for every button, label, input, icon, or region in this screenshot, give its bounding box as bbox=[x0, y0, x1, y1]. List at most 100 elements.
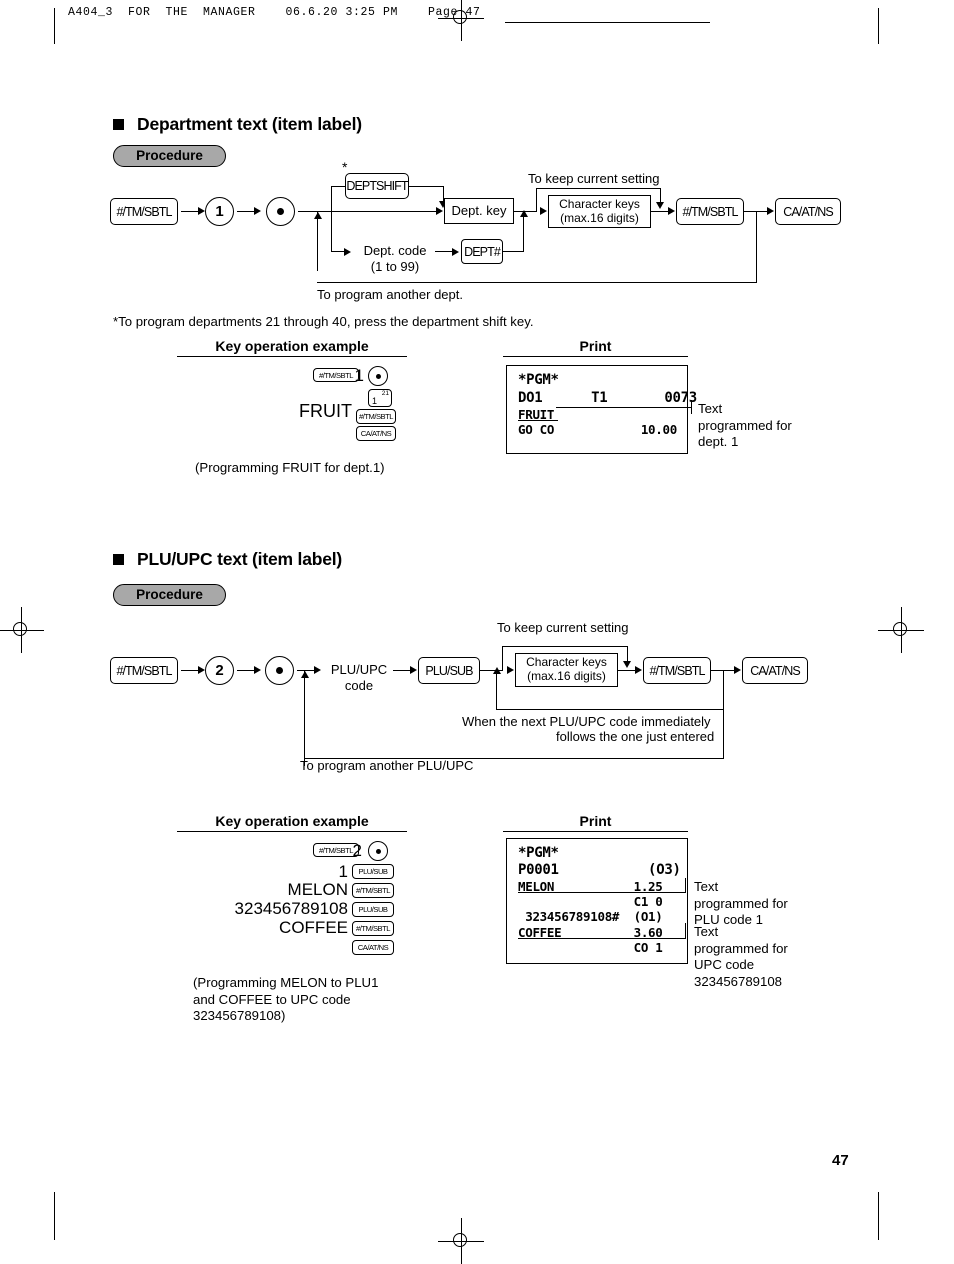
char-keys-line2: (max.16 digits) bbox=[560, 210, 639, 225]
ex2-key-tmsbtl-3[interactable]: #/TM/SBTL bbox=[352, 921, 394, 936]
flow1-end-key-2[interactable]: CA/AT/NS bbox=[775, 198, 841, 225]
flow1-endkey1-arrowhead bbox=[668, 207, 675, 215]
flow1-end-key-1[interactable]: #/TM/SBTL bbox=[676, 198, 744, 225]
flow1-loop-right-v bbox=[756, 211, 758, 283]
ex2-decimal-key[interactable] bbox=[368, 841, 388, 861]
char-keys-line1: Character keys bbox=[526, 655, 607, 670]
flow2-trunk-arrowhead bbox=[300, 671, 309, 678]
flow2-plu-sub-key[interactable]: PLU/SUB bbox=[418, 657, 480, 684]
callout-line-3: dept. 1 bbox=[698, 434, 739, 449]
ex2-text-upccode: 323456789108 bbox=[234, 899, 348, 918]
receipt2-line-5: 323456789108# (O1) bbox=[518, 909, 663, 924]
ex2-key-plusub-1[interactable]: PLU/SUB bbox=[352, 864, 394, 879]
flow1-decimal-key bbox=[266, 197, 295, 226]
receipt2-line-7: CO 1 bbox=[518, 940, 663, 955]
flow1-mode-number: 1 bbox=[205, 197, 234, 226]
section-bullet-1 bbox=[113, 119, 124, 130]
receipt2-line-4: C1 0 bbox=[518, 894, 663, 909]
ex2-number-2: 2 bbox=[352, 841, 362, 860]
callout-line-2: programmed for bbox=[698, 417, 792, 433]
plu-code-line1: PLU/UPC bbox=[330, 662, 388, 677]
flow1-deptcode-arrowhead bbox=[344, 247, 351, 256]
flow2-to-plusub-line bbox=[393, 669, 411, 671]
flow1-to-deptkey-line bbox=[318, 210, 437, 212]
flow1-start-key[interactable]: #/TM/SBTL bbox=[110, 198, 178, 225]
ex1-decimal-key[interactable] bbox=[368, 366, 388, 386]
section1-print-header: Print bbox=[579, 338, 612, 354]
section2-callout-1: Text programmed for PLU code 1 bbox=[694, 879, 788, 929]
flow2-end-key-2[interactable]: CA/AT/NS bbox=[742, 657, 808, 684]
flow1-endkey2-arrowhead bbox=[767, 207, 774, 215]
flow2-endkey1-arrowhead bbox=[635, 666, 642, 674]
flow1-trunk-arrowhead bbox=[313, 212, 322, 219]
callout2-line-4: 323456789108 bbox=[694, 973, 783, 989]
ex1-key-caatns[interactable]: CA/AT/NS bbox=[356, 426, 396, 441]
flow2-keep-setting-label: To keep current setting bbox=[497, 620, 629, 635]
page-number: 47 bbox=[832, 1152, 849, 1169]
receipt1-line-4: GO CO 10.00 bbox=[518, 422, 677, 437]
procedure-badge-1: Procedure bbox=[113, 145, 226, 167]
flow1-arrowhead-2 bbox=[254, 207, 261, 215]
flow2-end-key-1[interactable]: #/TM/SBTL bbox=[643, 657, 711, 684]
registration-mark-left bbox=[0, 607, 44, 653]
flow2-plu-code-label: PLU/UPC code bbox=[325, 662, 393, 693]
crop-mark-left bbox=[54, 8, 55, 44]
flow1-deptshift-left-v bbox=[331, 186, 333, 211]
flow1-keep-setting-label: To keep current setting bbox=[528, 171, 660, 186]
callout1-line-2: programmed for bbox=[694, 895, 788, 911]
flow2-loop-label: To program another PLU/UPC bbox=[300, 758, 474, 773]
caption-line-3: 323456789108) bbox=[193, 1008, 286, 1023]
flow2-keep-left-v bbox=[502, 646, 504, 670]
receipt2-callout2-v bbox=[685, 923, 687, 939]
ex2-key-caatns[interactable]: CA/AT/NS bbox=[352, 940, 394, 955]
callout-line-1: Text bbox=[698, 401, 723, 416]
flow1-deptcode-v bbox=[331, 210, 333, 252]
section1-print-rule bbox=[503, 356, 688, 358]
decimal-dot-icon bbox=[277, 208, 284, 215]
decimal-dot-icon bbox=[375, 848, 381, 854]
ex1-dept-key[interactable]: 1 21 bbox=[368, 389, 392, 407]
registration-mark-right bbox=[878, 607, 924, 653]
section2-print-rule bbox=[503, 831, 688, 833]
flow1-deptshift-left-h bbox=[331, 186, 346, 188]
section2-print-header: Print bbox=[579, 813, 612, 829]
ex1-key-tmsbtl-2[interactable]: #/TM/SBTL bbox=[356, 409, 396, 424]
flow2-keep-arrowhead bbox=[623, 661, 631, 668]
callout1-line-1: Text bbox=[694, 879, 719, 894]
section1-caption: (Programming FRUIT for dept.1) bbox=[195, 460, 385, 475]
procedure-badge-2: Procedure bbox=[113, 584, 226, 606]
flow1-dept-hash-key[interactable]: DEPT# bbox=[461, 239, 503, 264]
section-bullet-2 bbox=[113, 554, 124, 565]
dept-code-line2: (1 to 99) bbox=[370, 258, 420, 274]
receipt2-callout2-h bbox=[568, 938, 686, 940]
flow2-mode-number: 2 bbox=[205, 656, 234, 685]
ex1-text-fruit: FRUIT bbox=[299, 401, 352, 421]
flow2-arrowhead-1 bbox=[198, 666, 205, 674]
flow2-inner-loop-v bbox=[496, 671, 498, 710]
flow1-depthash-right-h bbox=[502, 251, 524, 253]
receipt1-callout-v bbox=[691, 400, 693, 414]
ex2-key-plusub-2[interactable]: PLU/SUB bbox=[352, 902, 394, 917]
flow1-dept-key-box[interactable]: Dept. key bbox=[444, 198, 514, 224]
flow1-deptcode-h bbox=[331, 251, 345, 253]
ex2-key-tmsbtl-2[interactable]: #/TM/SBTL bbox=[352, 883, 394, 898]
flow2-arrow-line-2 bbox=[237, 669, 255, 671]
decimal-dot-icon bbox=[375, 373, 381, 379]
section2-caption: (Programming MELON to PLU1 and COFFEE to… bbox=[193, 975, 378, 1025]
section1-example-header: Key operation example bbox=[215, 338, 369, 354]
section2-callout-2: Text programmed for UPC code 32345678910… bbox=[694, 924, 788, 990]
flow2-inner-loop-h bbox=[496, 709, 724, 711]
flow2-start-key[interactable]: #/TM/SBTL bbox=[110, 657, 178, 684]
receipt2-coffee-underline bbox=[518, 938, 570, 940]
receipt2-line-2: P0001 (O3) bbox=[518, 862, 681, 878]
section2-example-rule bbox=[177, 831, 407, 833]
section2-example-header: Key operation example bbox=[215, 813, 369, 829]
flow1-keep-top-h bbox=[536, 188, 661, 190]
callout2-line-2: programmed for bbox=[694, 940, 788, 956]
section1-example-rule bbox=[177, 356, 407, 358]
flow1-deptshift-key[interactable]: DEPTSHIFT bbox=[345, 173, 409, 199]
flow2-decimal-key bbox=[265, 656, 294, 685]
flow1-charkeys-arrowhead bbox=[540, 207, 547, 215]
crop-mark-right bbox=[878, 8, 879, 44]
char-keys-line1: Character keys bbox=[559, 196, 640, 211]
